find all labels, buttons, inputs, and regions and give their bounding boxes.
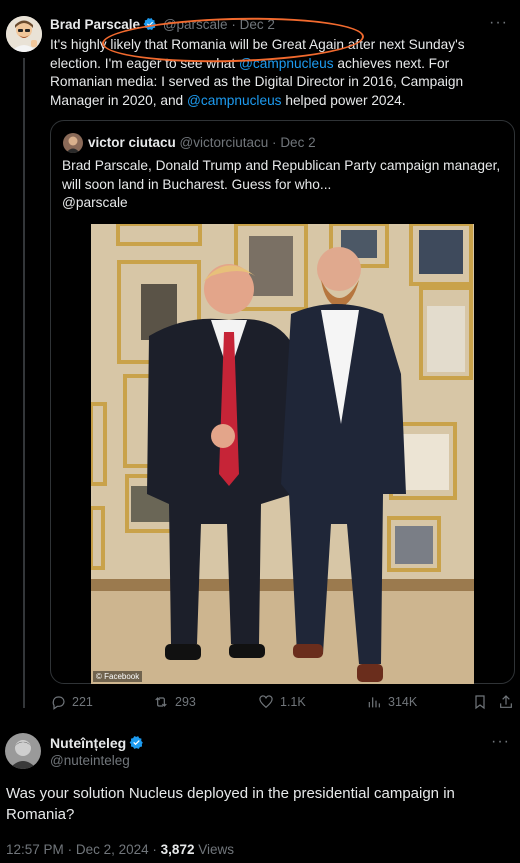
reply-author-avatar[interactable] [5, 733, 41, 769]
bookmark-icon [475, 695, 485, 710]
post-header: Brad Parscale @parscale · Dec 2 [50, 17, 275, 34]
thread-line [23, 58, 25, 708]
reply-views-count: 3,872 [160, 842, 195, 857]
quoted-author-name[interactable]: victor ciutacu [88, 135, 176, 150]
mention-link[interactable]: @campnucleus [239, 56, 334, 71]
separator-dot: · [152, 842, 157, 857]
quoted-author-avatar [63, 133, 83, 153]
repost-count: 293 [175, 695, 196, 709]
quoted-post[interactable]: victor ciutacu @victorciutacu · Dec 2 Br… [50, 120, 515, 684]
views-button[interactable]: 314K [366, 694, 417, 710]
separator-dot: · [231, 17, 236, 32]
quoted-mention: @parscale [62, 195, 128, 210]
reply-more-options-icon[interactable]: ··· [491, 733, 510, 751]
like-count: 1.1K [280, 695, 306, 709]
quoted-text-body: Brad Parscale, Donald Trump and Republic… [62, 158, 501, 192]
reply-count: 221 [72, 695, 93, 709]
mention-link[interactable]: @campnucleus [187, 93, 282, 108]
separator-dot: · [67, 842, 73, 857]
reply-icon [52, 696, 65, 710]
action-bar: 221 293 1.1K 314K [50, 694, 515, 714]
share-icon [500, 695, 512, 708]
views-chart-icon [368, 697, 380, 708]
verified-badge-icon [143, 17, 157, 34]
image-credit: © Facebook [93, 671, 143, 682]
reply-views-label: Views [198, 842, 235, 857]
post-date[interactable]: Dec 2 [240, 17, 275, 32]
reply-author-name[interactable]: Nuteînțeleg [50, 735, 126, 751]
author-name[interactable]: Brad Parscale [50, 17, 140, 32]
like-button[interactable]: 1.1K [258, 694, 306, 710]
reply-header: Nuteînțeleg [50, 735, 146, 753]
more-options-icon[interactable]: ··· [489, 14, 508, 32]
reply-text: Was your solution Nucleus deployed in th… [6, 785, 455, 823]
repost-button[interactable]: 293 [153, 694, 196, 710]
quoted-post-header: victor ciutacu @victorciutacu · Dec 2 [88, 135, 316, 150]
share-button[interactable] [498, 694, 514, 710]
photo-two-men-in-suits [91, 224, 474, 684]
bookmark-button[interactable] [472, 694, 488, 710]
quoted-post-text: Brad Parscale, Donald Trump and Republic… [62, 157, 507, 213]
view-count: 314K [388, 695, 418, 709]
quoted-photo[interactable]: © Facebook [91, 224, 474, 684]
post-text: It's highly likely that Romania will be … [50, 36, 505, 110]
reply-time[interactable]: 12:57 PM [6, 842, 64, 857]
reply-author-handle[interactable]: @nuteinteleg [50, 753, 130, 768]
quoted-post-date[interactable]: Dec 2 [280, 135, 315, 150]
separator-dot: · [272, 135, 277, 150]
reply-date[interactable]: Dec 2, 2024 [76, 842, 149, 857]
verified-badge-icon [129, 735, 144, 753]
author-handle[interactable]: @parscale [163, 17, 228, 32]
reply-button[interactable]: 221 [50, 694, 93, 710]
author-avatar[interactable] [6, 16, 42, 52]
quoted-author-handle[interactable]: @victorciutacu [180, 135, 269, 150]
bw-photo-avatar-icon [5, 733, 41, 769]
reply-meta: 12:57 PM · Dec 2, 2024 · 3,872 Views [6, 842, 234, 857]
heart-icon [259, 695, 273, 709]
cartoon-avatar-icon [6, 16, 42, 52]
post-text-part: helped power 2024. [281, 92, 406, 108]
repost-icon [155, 697, 167, 707]
